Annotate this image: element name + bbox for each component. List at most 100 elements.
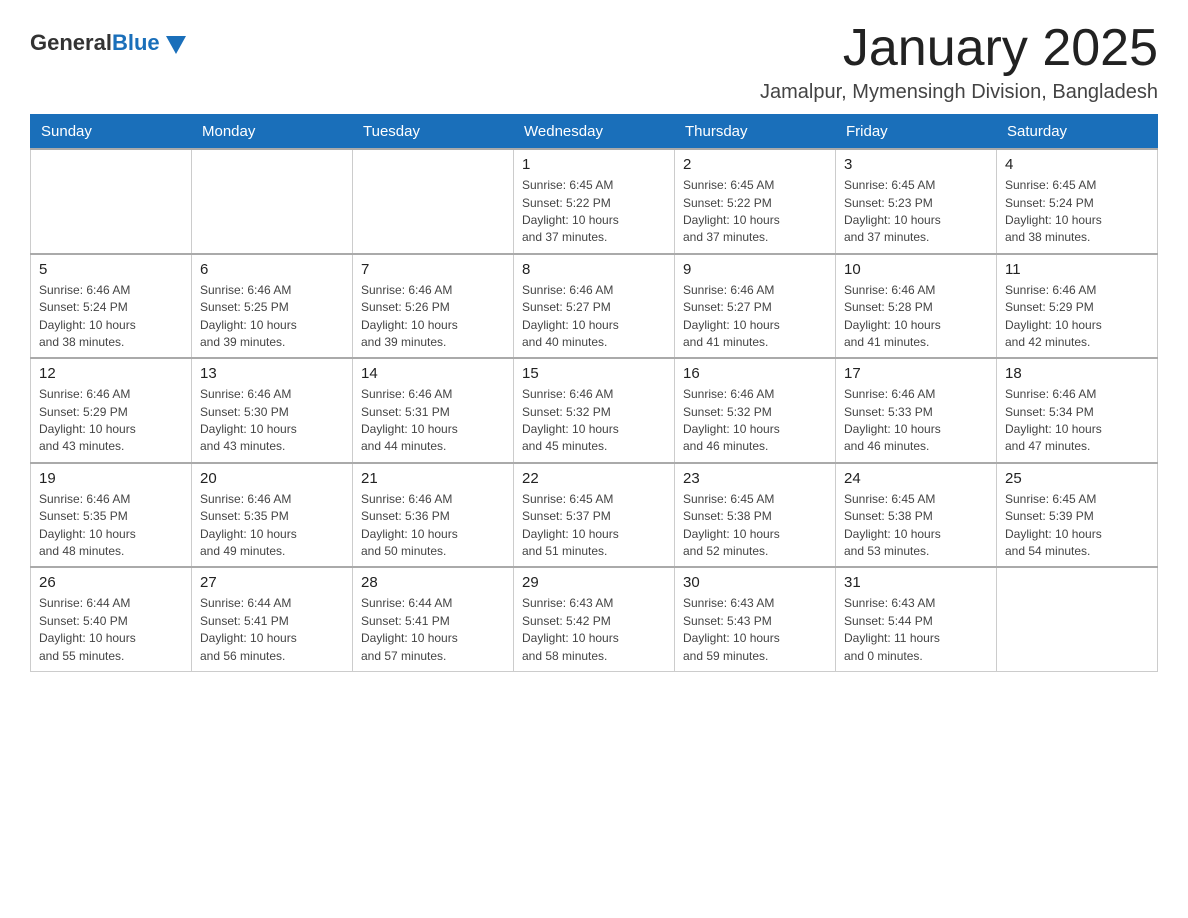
day-number: 6: [200, 261, 344, 278]
logo-text: GeneralBlue: [30, 30, 160, 56]
calendar-week-4: 19 Sunrise: 6:46 AM Sunset: 5:35 PM Dayli…: [31, 463, 1158, 568]
day-info: Sunrise: 6:44 AM Sunset: 5:41 PM Dayligh…: [361, 595, 505, 665]
day-number: 3: [844, 156, 988, 173]
calendar-cell: 4Sunrise: 6:45 AM Sunset: 5:24 PM Daylig…: [997, 149, 1158, 254]
day-number: 31: [844, 574, 988, 591]
calendar-cell: [353, 149, 514, 254]
calendar-cell: 9 Sunrise: 6:46 AM Sunset: 5:27 PM Daylig…: [675, 254, 836, 359]
calendar-cell: 30Sunrise: 6:43 AM Sunset: 5:43 PM Dayli…: [675, 567, 836, 671]
calendar-cell: 16 Sunrise: 6:46 AM Sunset: 5:32 PM Dayli…: [675, 358, 836, 463]
day-info: Sunrise: 6:43 AM Sunset: 5:42 PM Dayligh…: [522, 595, 666, 665]
calendar-cell: 28 Sunrise: 6:44 AM Sunset: 5:41 PM Dayli…: [353, 567, 514, 671]
day-info: Sunrise: 6:46 AM Sunset: 5:30 PM Dayligh…: [200, 386, 344, 456]
day-info: Sunrise: 6:46 AM Sunset: 5:35 PM Dayligh…: [200, 491, 344, 561]
day-number: 17: [844, 365, 988, 382]
day-info: Sunrise: 6:46 AM Sunset: 5:34 PM Dayligh…: [1005, 386, 1149, 456]
weekday-header-thursday: Thursday: [675, 115, 836, 150]
day-number: 21: [361, 470, 505, 487]
calendar-cell: 17Sunrise: 6:46 AM Sunset: 5:33 PM Dayli…: [836, 358, 997, 463]
calendar-cell: 24Sunrise: 6:45 AM Sunset: 5:38 PM Dayli…: [836, 463, 997, 568]
day-info: Sunrise: 6:45 AM Sunset: 5:22 PM Dayligh…: [683, 177, 827, 247]
logo-blue: Blue: [112, 30, 160, 55]
day-number: 16: [683, 365, 827, 382]
day-number: 12: [39, 365, 183, 382]
day-number: 11: [1005, 261, 1149, 278]
day-info: Sunrise: 6:46 AM Sunset: 5:29 PM Dayligh…: [39, 386, 183, 456]
calendar-cell: 26 Sunrise: 6:44 AM Sunset: 5:40 PM Dayli…: [31, 567, 192, 671]
day-number: 27: [200, 574, 344, 591]
weekday-header-saturday: Saturday: [997, 115, 1158, 150]
day-number: 26: [39, 574, 183, 591]
calendar-cell: 3 Sunrise: 6:45 AM Sunset: 5:23 PM Daylig…: [836, 149, 997, 254]
calendar-cell: 5Sunrise: 6:46 AM Sunset: 5:24 PM Daylig…: [31, 254, 192, 359]
calendar-cell: 21 Sunrise: 6:46 AM Sunset: 5:36 PM Dayli…: [353, 463, 514, 568]
calendar-cell: 29 Sunrise: 6:43 AM Sunset: 5:42 PM Dayli…: [514, 567, 675, 671]
day-number: 24: [844, 470, 988, 487]
day-number: 23: [683, 470, 827, 487]
month-title: January 2025: [760, 20, 1158, 77]
weekday-header-monday: Monday: [192, 115, 353, 150]
day-number: 7: [361, 261, 505, 278]
calendar-week-3: 12 Sunrise: 6:46 AM Sunset: 5:29 PM Dayli…: [31, 358, 1158, 463]
day-info: Sunrise: 6:46 AM Sunset: 5:26 PM Dayligh…: [361, 282, 505, 352]
calendar-cell: 2 Sunrise: 6:45 AM Sunset: 5:22 PM Daylig…: [675, 149, 836, 254]
day-info: Sunrise: 6:46 AM Sunset: 5:29 PM Dayligh…: [1005, 282, 1149, 352]
day-number: 4: [1005, 156, 1149, 173]
day-number: 9: [683, 261, 827, 278]
calendar-cell: 1 Sunrise: 6:45 AM Sunset: 5:22 PM Daylig…: [514, 149, 675, 254]
day-number: 5: [39, 261, 183, 278]
day-info: Sunrise: 6:45 AM Sunset: 5:37 PM Dayligh…: [522, 491, 666, 561]
logo: GeneralBlue: [30, 30, 186, 56]
weekday-header-row: SundayMondayTuesdayWednesdayThursdayFrid…: [31, 115, 1158, 150]
logo-triangle-icon: [166, 36, 186, 54]
day-number: 28: [361, 574, 505, 591]
day-info: Sunrise: 6:44 AM Sunset: 5:41 PM Dayligh…: [200, 595, 344, 665]
day-number: 15: [522, 365, 666, 382]
day-info: Sunrise: 6:45 AM Sunset: 5:22 PM Dayligh…: [522, 177, 666, 247]
calendar-cell: [192, 149, 353, 254]
day-number: 13: [200, 365, 344, 382]
day-info: Sunrise: 6:46 AM Sunset: 5:25 PM Dayligh…: [200, 282, 344, 352]
day-number: 29: [522, 574, 666, 591]
day-number: 30: [683, 574, 827, 591]
weekday-header-friday: Friday: [836, 115, 997, 150]
calendar-cell: 31 Sunrise: 6:43 AM Sunset: 5:44 PM Dayli…: [836, 567, 997, 671]
calendar-cell: 14Sunrise: 6:46 AM Sunset: 5:31 PM Dayli…: [353, 358, 514, 463]
calendar-cell: 7 Sunrise: 6:46 AM Sunset: 5:26 PM Daylig…: [353, 254, 514, 359]
calendar-week-1: 1 Sunrise: 6:45 AM Sunset: 5:22 PM Daylig…: [31, 149, 1158, 254]
day-number: 25: [1005, 470, 1149, 487]
day-info: Sunrise: 6:45 AM Sunset: 5:39 PM Dayligh…: [1005, 491, 1149, 561]
day-info: Sunrise: 6:43 AM Sunset: 5:44 PM Dayligh…: [844, 595, 988, 665]
day-info: Sunrise: 6:46 AM Sunset: 5:35 PM Dayligh…: [39, 491, 183, 561]
calendar-cell: 10 Sunrise: 6:46 AM Sunset: 5:28 PM Dayli…: [836, 254, 997, 359]
day-number: 8: [522, 261, 666, 278]
calendar-cell: 12 Sunrise: 6:46 AM Sunset: 5:29 PM Dayli…: [31, 358, 192, 463]
title-section: January 2025 Jamalpur, Mymensingh Divisi…: [760, 20, 1158, 104]
location-subtitle: Jamalpur, Mymensingh Division, Banglades…: [760, 81, 1158, 104]
logo-general: General: [30, 30, 112, 55]
day-info: Sunrise: 6:45 AM Sunset: 5:38 PM Dayligh…: [683, 491, 827, 561]
weekday-header-wednesday: Wednesday: [514, 115, 675, 150]
calendar-week-5: 26 Sunrise: 6:44 AM Sunset: 5:40 PM Dayli…: [31, 567, 1158, 671]
day-info: Sunrise: 6:46 AM Sunset: 5:32 PM Dayligh…: [683, 386, 827, 456]
calendar-cell: 23 Sunrise: 6:45 AM Sunset: 5:38 PM Dayli…: [675, 463, 836, 568]
day-info: Sunrise: 6:46 AM Sunset: 5:27 PM Dayligh…: [683, 282, 827, 352]
day-number: 19: [39, 470, 183, 487]
day-info: Sunrise: 6:46 AM Sunset: 5:28 PM Dayligh…: [844, 282, 988, 352]
day-number: 2: [683, 156, 827, 173]
day-info: Sunrise: 6:44 AM Sunset: 5:40 PM Dayligh…: [39, 595, 183, 665]
calendar-cell: 27 Sunrise: 6:44 AM Sunset: 5:41 PM Dayli…: [192, 567, 353, 671]
calendar-cell: 25 Sunrise: 6:45 AM Sunset: 5:39 PM Dayli…: [997, 463, 1158, 568]
day-number: 18: [1005, 365, 1149, 382]
calendar-table: SundayMondayTuesdayWednesdayThursdayFrid…: [30, 114, 1158, 672]
day-info: Sunrise: 6:46 AM Sunset: 5:36 PM Dayligh…: [361, 491, 505, 561]
day-info: Sunrise: 6:45 AM Sunset: 5:23 PM Dayligh…: [844, 177, 988, 247]
day-number: 10: [844, 261, 988, 278]
weekday-header-tuesday: Tuesday: [353, 115, 514, 150]
calendar-cell: 11 Sunrise: 6:46 AM Sunset: 5:29 PM Dayli…: [997, 254, 1158, 359]
calendar-cell: 13 Sunrise: 6:46 AM Sunset: 5:30 PM Dayli…: [192, 358, 353, 463]
page-header: GeneralBlue January 2025 Jamalpur, Mymen…: [30, 20, 1158, 104]
day-number: 14: [361, 365, 505, 382]
day-number: 1: [522, 156, 666, 173]
calendar-cell: 19 Sunrise: 6:46 AM Sunset: 5:35 PM Dayli…: [31, 463, 192, 568]
